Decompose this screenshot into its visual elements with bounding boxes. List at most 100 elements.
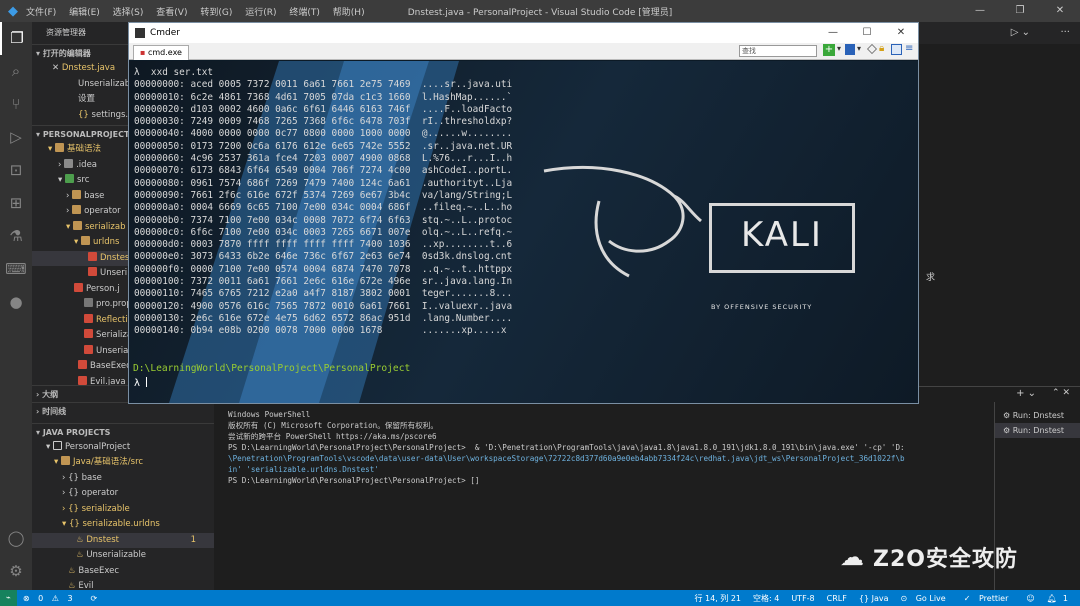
pause-icon[interactable] (867, 44, 877, 54)
java-tree-item[interactable]: ♨ Unserializable (32, 548, 214, 564)
dropdown-icon[interactable]: ▾ (837, 44, 841, 53)
java-projects-section[interactable]: ▾ JAVA PROJECTS (32, 422, 214, 440)
menu-help[interactable]: 帮助(H) (333, 8, 365, 18)
terminal-line: 版权所有 (C) Microsoft Corporation。保留所有权利。 (228, 421, 438, 430)
menu-bar: 文件(F) 编辑(E) 选择(S) 查看(V) 转到(G) 运行(R) 终端(T… (26, 5, 375, 18)
java-tree-item[interactable]: › {} operator (32, 486, 214, 502)
hex-line: 00000050: 0173 7200 0c6a 6176 612e 6e65 … (134, 140, 513, 152)
search-icon[interactable]: ⌕ (0, 55, 32, 88)
hex-line: 000000d0: 0003 7870 ffff ffff ffff ffff … (134, 239, 513, 251)
prettier-status[interactable]: ✓ Prettier (964, 594, 1015, 603)
close-button[interactable]: ✕ (1040, 0, 1080, 22)
sync-icon[interactable]: ⟳ (91, 594, 98, 603)
cmder-search-input[interactable]: 查找 (739, 45, 817, 57)
menu-select[interactable]: 选择(S) (113, 8, 144, 18)
kali-logo: KALI (709, 203, 855, 273)
account-icon[interactable]: ◯ (0, 522, 32, 555)
hex-line: 00000000: aced 0005 7372 0011 6a61 7661 … (134, 79, 513, 91)
language-mode[interactable]: {} Java (859, 594, 889, 603)
new-tab-plus-icon[interactable]: + (823, 44, 835, 56)
lock-icon[interactable]: 🔒︎ (879, 43, 884, 54)
remote-icon[interactable]: ⊡ (0, 154, 32, 187)
run-debug-icon[interactable]: ▷ (0, 121, 32, 154)
cmder-console[interactable]: λ xxd ser.txt 00000000: aced 0005 7372 00… (129, 61, 918, 403)
cmder-window: Cmder — ☐ ✕ ▪ cmd.exe 查找 + ▾ ▾ 🔒︎ ≡ λ xx… (128, 22, 919, 404)
terminal-list-item[interactable]: ⚙ Run: Dnstest (995, 408, 1080, 423)
cmder-maximize-button[interactable]: ☐ (850, 23, 884, 43)
kali-dragon-icon (543, 165, 702, 278)
explorer-icon[interactable]: ❐ (0, 22, 32, 55)
hex-line: 000000c0: 6f6c 7100 7e00 034c 0003 7265 … (134, 226, 513, 238)
hex-line: 00000030: 7249 0009 7468 7265 7368 6f6c … (134, 116, 513, 128)
source-control-icon[interactable]: ⑂ (0, 88, 32, 121)
hex-line: 00000060: 4c96 2537 361a fce4 7203 0007 … (134, 153, 513, 165)
hex-line: 00000100: 7372 0011 6a61 7661 2e6c 616e … (134, 276, 513, 288)
more-icon[interactable]: ··· (1060, 27, 1070, 38)
menu-file[interactable]: 文件(F) (26, 8, 56, 18)
test-icon[interactable]: ⚗ (0, 220, 32, 253)
json-icon[interactable]: ● (0, 286, 32, 319)
cursor-position[interactable]: 行 14, 列 21 (694, 593, 741, 604)
cmder-tab[interactable]: ▪ cmd.exe (133, 45, 189, 60)
timeline-section[interactable]: › 时间线 (32, 401, 214, 419)
java-tree-item[interactable]: ♨ BaseExec (32, 564, 214, 580)
hex-line: 00000080: 0961 7574 686f 7269 7479 7400 … (134, 177, 513, 189)
editor-text-fragment: 求 (926, 273, 936, 283)
cmder-title: Cmder (150, 28, 181, 38)
java-tree-item[interactable]: ▾ Java/基础语法/src (32, 455, 214, 471)
java-tree-item[interactable]: › {} serializable (32, 502, 214, 518)
cmder-prompt-path: D:\LearningWorld\PersonalProject\Persona… (133, 363, 411, 374)
watermark: ☁ Z2O安全攻防 (840, 543, 1018, 572)
text-cursor (146, 377, 148, 387)
cmder-minimize-button[interactable]: — (816, 23, 850, 43)
extensions-icon[interactable]: ⊞ (0, 187, 32, 220)
terminal-icon[interactable]: ⌨ (0, 253, 32, 286)
cmder-title-bar: Cmder — ☐ ✕ (129, 23, 918, 43)
settings-gear-icon[interactable]: ⚙ (0, 555, 32, 588)
java-tree-item[interactable]: ♨ Evil (32, 579, 214, 590)
terminal-line: PS D:\LearningWorld\PersonalProject\Pers… (228, 443, 905, 452)
hex-line: 00000040: 4000 0000 0000 0c77 0800 0000 … (134, 128, 513, 140)
split-view-icon[interactable] (891, 44, 902, 55)
add-terminal-icon[interactable]: + ⌄ (1016, 388, 1036, 399)
panel-actions-icon[interactable]: ⌃ ✕ (1052, 388, 1070, 398)
hex-line: 00000020: d103 0002 4600 0a6c 6f61 6446 … (134, 103, 513, 115)
java-tree-item[interactable]: ♨ Dnstest 1 (32, 532, 214, 548)
cmder-close-button[interactable]: ✕ (884, 23, 918, 43)
run-icon[interactable]: ▷ ⌄ (1011, 27, 1030, 38)
menu-view[interactable]: 查看(V) (156, 8, 187, 18)
go-live-button[interactable]: ⊙ Go Live (900, 594, 951, 603)
menu-edit[interactable]: 编辑(E) (69, 8, 100, 18)
notifications-icon[interactable]: 🔔︎ 1 (1047, 594, 1074, 603)
problems-indicator[interactable]: ⊗ 0 ⚠ 3 (23, 594, 79, 603)
eol-setting[interactable]: CRLF (827, 594, 847, 603)
xxd-output: λ xxd ser.txt 00000000: aced 0005 7372 00… (134, 67, 512, 338)
hex-line: 00000070: 6173 6843 6f64 6549 0004 706f … (134, 165, 513, 177)
vscode-logo-icon: ◆ (8, 3, 18, 19)
close-icon: ✕ (52, 63, 60, 73)
cmder-app-icon (135, 28, 145, 38)
dropdown-icon[interactable]: ▾ (857, 44, 861, 53)
cmder-prompt-lambda[interactable]: λ (134, 377, 148, 389)
menu-run[interactable]: 运行(R) (245, 8, 276, 18)
minimize-button[interactable]: — (960, 0, 1000, 22)
encoding-setting[interactable]: UTF-8 (791, 594, 814, 603)
cmd-icon: ▪ (140, 48, 146, 57)
terminal-list-item[interactable]: ⚙ Run: Dnstest (995, 423, 1080, 438)
tab-list-icon[interactable] (845, 44, 855, 55)
remote-indicator-icon[interactable]: ⌁ (0, 590, 17, 606)
java-tree-item[interactable]: ▾ PersonalProject (32, 440, 214, 456)
kali-tagline: BY OFFENSIVE SECURITY (711, 303, 813, 311)
hex-line: 000000a0: 0004 6669 6c65 7100 7e00 034c … (134, 202, 513, 214)
menu-icon[interactable]: ≡ (905, 43, 913, 54)
menu-goto[interactable]: 转到(G) (200, 8, 232, 18)
hex-line: 00000140: 0b94 e08b 0200 0078 7000 0000 … (134, 325, 507, 337)
menu-terminal[interactable]: 终端(T) (289, 8, 320, 18)
terminal-line: in' 'serializable.urldns.Dnstest' (228, 465, 379, 474)
maximize-button[interactable]: ❐ (1000, 0, 1040, 22)
java-tree-item[interactable]: ▾ {} serializable.urldns (32, 517, 214, 533)
java-tree-item[interactable]: › {} base (32, 471, 214, 487)
feedback-icon[interactable]: ☺ (1026, 594, 1034, 603)
gear-icon: ⚙ (1003, 426, 1011, 435)
indent-setting[interactable]: 空格: 4 (753, 593, 779, 604)
